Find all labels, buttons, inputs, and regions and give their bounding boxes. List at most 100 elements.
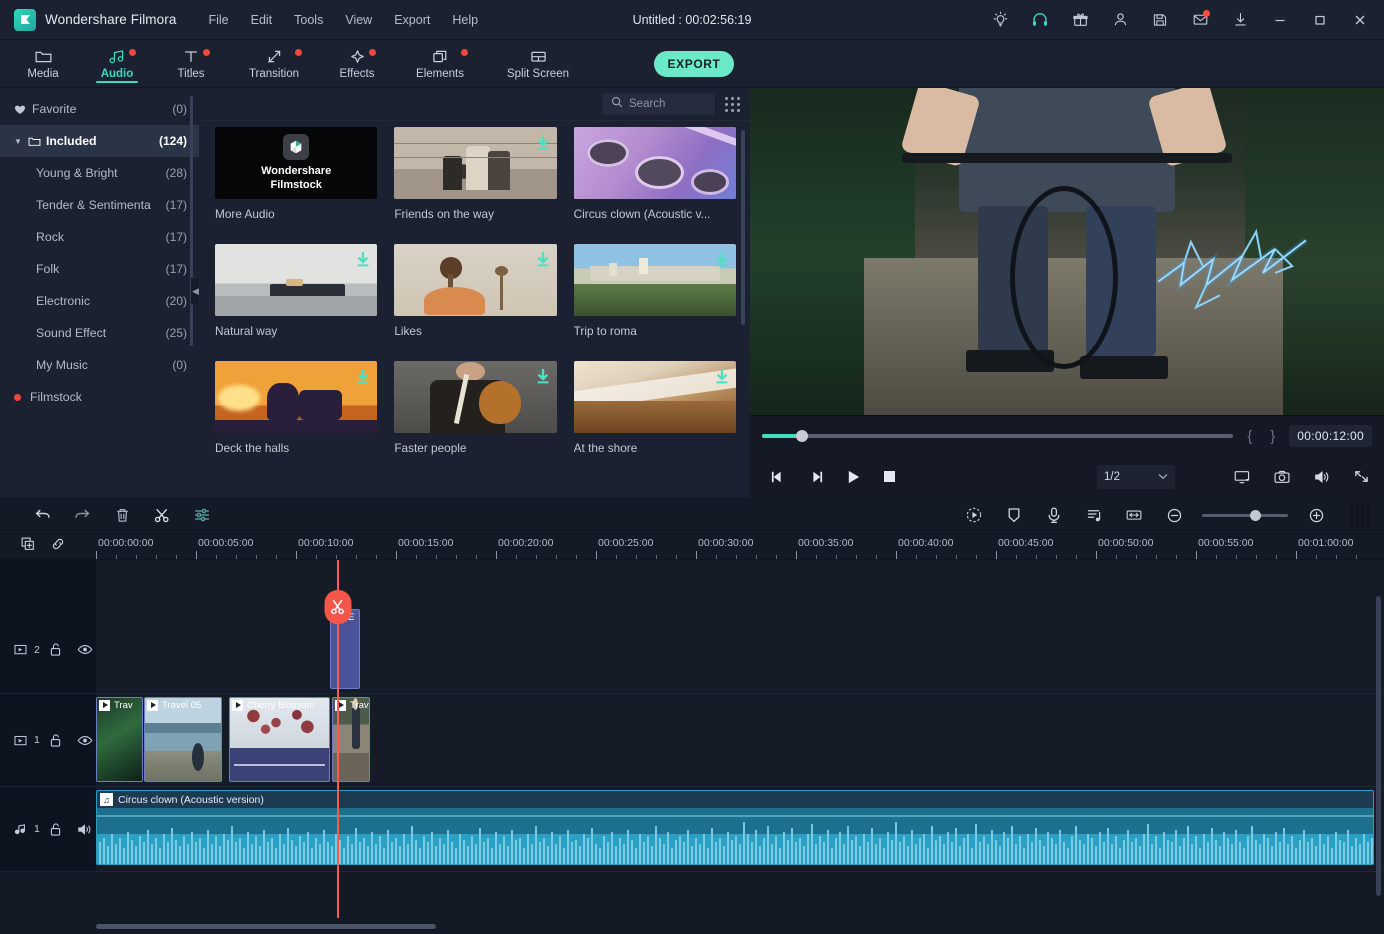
timeline-clip[interactable]: Trav: [96, 697, 143, 782]
library-card-more-audio[interactable]: Wondershare Filmstock More Audio: [215, 127, 377, 244]
close-button[interactable]: [1340, 0, 1380, 40]
menu-file[interactable]: File: [198, 8, 238, 32]
timeline-zoom-slider[interactable]: [1202, 514, 1288, 517]
headphone-support-icon[interactable]: [1020, 0, 1060, 40]
split-at-playhead-button[interactable]: [324, 590, 351, 624]
record-voiceover-button[interactable]: [1034, 500, 1074, 530]
stop-button[interactable]: [883, 470, 896, 483]
play-button[interactable]: [846, 469, 861, 485]
delete-button[interactable]: [102, 500, 142, 530]
tips-bulb-icon[interactable]: [980, 0, 1020, 40]
audio-detach-button[interactable]: [1074, 500, 1114, 530]
library-card-deck-the-halls[interactable]: Deck the halls: [215, 361, 377, 478]
download-icon[interactable]: [356, 252, 370, 268]
preview-zoom-select[interactable]: 1/2: [1097, 465, 1175, 489]
tab-media[interactable]: Media: [6, 40, 80, 87]
timeline-ruler-scale[interactable]: 00:00:00:00 00:00:05:00 00:00:10:00 00:0…: [96, 534, 1384, 559]
timeline-audio-clip[interactable]: ♫ Circus clown (Acoustic version): [96, 790, 1374, 865]
library-scrollbar[interactable]: [741, 130, 745, 325]
sidebar-item-favorite[interactable]: Favorite (0): [0, 93, 199, 125]
sidebar-scrollbar[interactable]: [190, 96, 193, 346]
mark-out-button[interactable]: }: [1266, 428, 1279, 445]
tab-elements[interactable]: Elements: [394, 40, 486, 87]
download-icon[interactable]: [356, 369, 370, 385]
collapse-panel-arrow-icon[interactable]: ◀: [191, 278, 199, 304]
hscroll-thumb[interactable]: [96, 924, 436, 929]
menu-help[interactable]: Help: [442, 8, 488, 32]
fit-timeline-button[interactable]: [1114, 500, 1154, 530]
chevron-down-icon[interactable]: ▼: [14, 137, 26, 146]
audio-track-1-lane[interactable]: ♫ Circus clown (Acoustic version): [96, 787, 1384, 872]
tab-audio[interactable]: Audio: [80, 40, 154, 87]
library-card-at-the-shore[interactable]: At the shore: [574, 361, 736, 478]
link-clips-icon[interactable]: [50, 536, 66, 557]
zoom-in-button[interactable]: [1296, 500, 1336, 530]
speaker-icon[interactable]: [77, 823, 96, 836]
lock-icon[interactable]: [49, 733, 68, 748]
video-track-2-lane[interactable]: E: [96, 606, 1384, 694]
library-card-natural-way[interactable]: Natural way: [215, 244, 377, 361]
download-icon[interactable]: [715, 369, 729, 385]
tab-transition[interactable]: Transition: [228, 40, 320, 87]
lock-icon[interactable]: [49, 642, 68, 657]
snapshot-camera-button[interactable]: [1273, 469, 1291, 485]
timeline-vertical-scrollbar[interactable]: [1376, 596, 1381, 896]
download-icon[interactable]: [536, 369, 550, 385]
video-track-1-lane[interactable]: Trav Travel 05: [96, 694, 1384, 787]
library-card-likes[interactable]: Likes: [394, 244, 556, 361]
export-button[interactable]: EXPORT: [654, 51, 734, 77]
prev-frame-button[interactable]: [770, 470, 786, 484]
zoom-out-button[interactable]: [1154, 500, 1194, 530]
mark-in-button[interactable]: {: [1243, 428, 1256, 445]
tab-split-screen[interactable]: Split Screen: [486, 40, 590, 87]
minimize-button[interactable]: [1260, 0, 1300, 40]
search-input[interactable]: Search: [603, 93, 715, 115]
view-grid-icon[interactable]: [725, 97, 740, 112]
library-card-trip-to-roma[interactable]: Trip to roma: [574, 244, 736, 361]
save-icon[interactable]: [1140, 0, 1180, 40]
split-scissors-button[interactable]: [142, 500, 182, 530]
undo-button[interactable]: [22, 500, 62, 530]
mail-icon[interactable]: [1180, 0, 1220, 40]
sidebar-item-rock[interactable]: Rock (17): [0, 221, 199, 253]
sidebar-item-my-music[interactable]: My Music (0): [0, 349, 199, 381]
render-preview-button[interactable]: [1350, 503, 1370, 528]
maximize-button[interactable]: [1300, 0, 1340, 40]
volume-button[interactable]: [1313, 469, 1331, 485]
download-icon[interactable]: [536, 135, 550, 151]
menu-export[interactable]: Export: [384, 8, 440, 32]
timeline-clip[interactable]: Travel 05: [144, 697, 222, 782]
download-icon[interactable]: [536, 252, 550, 268]
progress-knob[interactable]: [796, 430, 808, 442]
sidebar-item-folk[interactable]: Folk (17): [0, 253, 199, 285]
sidebar-item-young-bright[interactable]: Young & Bright (28): [0, 157, 199, 189]
library-card-faster-people[interactable]: Faster people: [394, 361, 556, 478]
preview-timecode[interactable]: 00:00:12:00: [1289, 425, 1372, 447]
tab-titles[interactable]: Titles: [154, 40, 228, 87]
menu-edit[interactable]: Edit: [241, 8, 283, 32]
sidebar-item-tender-sentimental[interactable]: Tender & Sentimenta (17): [0, 189, 199, 221]
download-icon[interactable]: [715, 252, 729, 268]
tab-effects[interactable]: Effects: [320, 40, 394, 87]
menu-view[interactable]: View: [335, 8, 382, 32]
sidebar-item-filmstock[interactable]: Filmstock: [0, 381, 199, 413]
add-track-icon[interactable]: [20, 536, 36, 557]
eye-icon[interactable]: [77, 735, 96, 746]
redo-button[interactable]: [62, 500, 102, 530]
menu-tools[interactable]: Tools: [284, 8, 333, 32]
timeline-clip[interactable]: Cherry Blossom: [229, 697, 330, 782]
display-settings-button[interactable]: [1233, 469, 1251, 485]
download-icon[interactable]: [1220, 0, 1260, 40]
next-frame-button[interactable]: [808, 470, 824, 484]
library-card-friends-on-the-way[interactable]: Friends on the way: [394, 127, 556, 244]
gift-icon[interactable]: [1060, 0, 1100, 40]
marker-button[interactable]: [994, 500, 1034, 530]
fullscreen-button[interactable]: [1353, 469, 1370, 484]
account-icon[interactable]: [1100, 0, 1140, 40]
timeline-playhead[interactable]: [337, 560, 339, 918]
lock-icon[interactable]: [49, 822, 68, 837]
adjust-sliders-button[interactable]: [182, 500, 222, 530]
sidebar-item-electronic[interactable]: Electronic (20): [0, 285, 199, 317]
eye-icon[interactable]: [77, 644, 96, 655]
sidebar-item-sound-effect[interactable]: Sound Effect (25): [0, 317, 199, 349]
